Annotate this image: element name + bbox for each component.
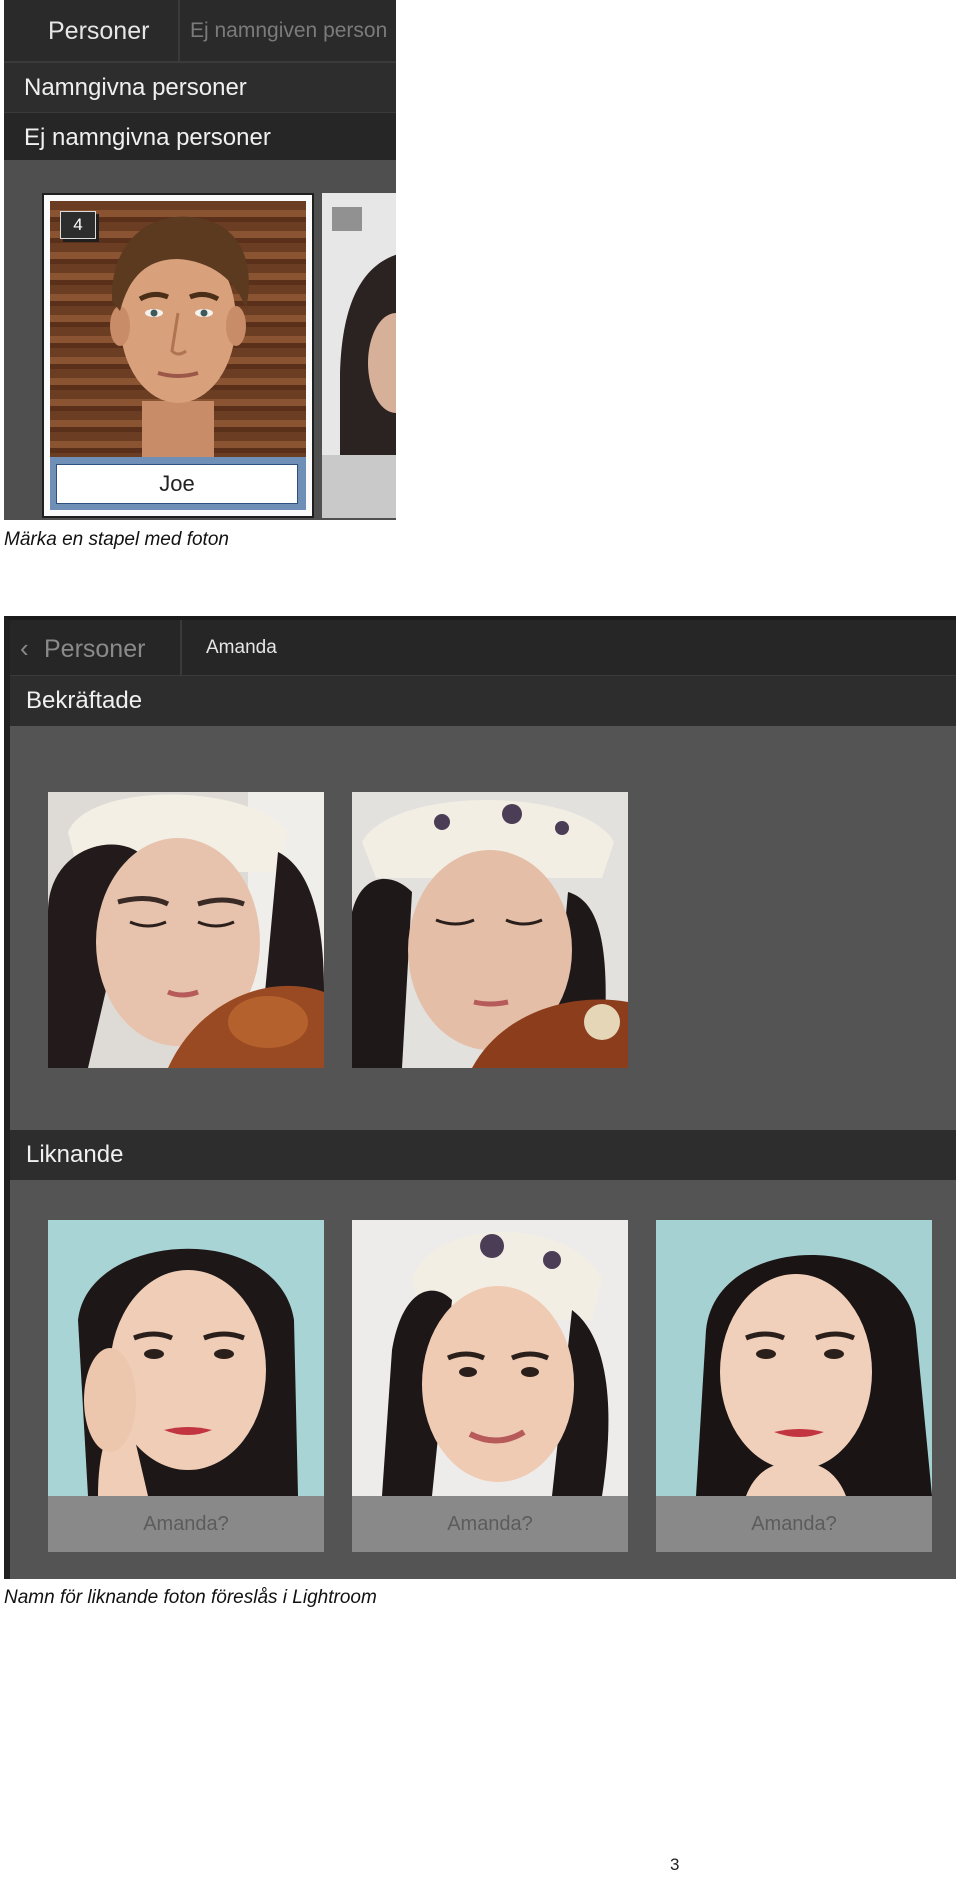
confirmed-photo[interactable]	[48, 792, 324, 1068]
person-name-input[interactable]: Joe	[56, 464, 298, 504]
confirmed-photo[interactable]	[352, 792, 628, 1068]
page-number: 3	[670, 1855, 680, 1874]
figure-caption-2: Namn för liknande foton föreslås i Light…	[4, 1587, 377, 1608]
similar-section-header: Liknande	[10, 1130, 956, 1180]
face-photo-man: 4	[50, 201, 306, 457]
tab-unnamed-person[interactable]: Ej namngiven person	[190, 0, 387, 62]
people-tabbar: Personer Ej namngiven person	[4, 0, 396, 62]
figure-caption-1: Märka en stapel med foton	[4, 529, 229, 550]
stack-count-badge-next	[332, 207, 362, 231]
face-stack-card[interactable]: 4 Joe	[42, 193, 314, 518]
person-topbar: ‹ Personer Amanda	[10, 620, 956, 676]
name-field-frame: Joe	[50, 457, 306, 510]
face-photo-blurred	[322, 193, 396, 455]
suggested-name-button[interactable]: Amanda?	[352, 1496, 628, 1552]
face-stack-card-next[interactable]	[322, 193, 396, 518]
similar-photo[interactable]	[352, 1220, 628, 1496]
confirmed-section-header: Bekräftade	[10, 676, 956, 726]
people-view-screenshot: Personer Ej namngiven person Namngivna p…	[4, 0, 396, 520]
section-named-people[interactable]: Namngivna personer	[4, 62, 396, 112]
person-name-title: Amanda	[206, 637, 277, 658]
stack-count-badge: 4	[60, 211, 96, 239]
suggested-name-button[interactable]: Amanda?	[48, 1496, 324, 1552]
chevron-left-icon: ‹	[20, 633, 29, 663]
section-unnamed-people[interactable]: Ej namngivna personer	[4, 112, 396, 160]
back-to-people-button[interactable]: ‹ Personer	[10, 620, 182, 676]
person-detail-screenshot: ‹ Personer Amanda Bekräftade Liknande Am…	[4, 616, 956, 1579]
similar-photo[interactable]	[48, 1220, 324, 1496]
tab-people[interactable]: Personer	[4, 0, 180, 62]
similar-photo[interactable]	[656, 1220, 932, 1496]
back-label: Personer	[44, 635, 146, 663]
suggested-name-button[interactable]: Amanda?	[656, 1496, 932, 1552]
